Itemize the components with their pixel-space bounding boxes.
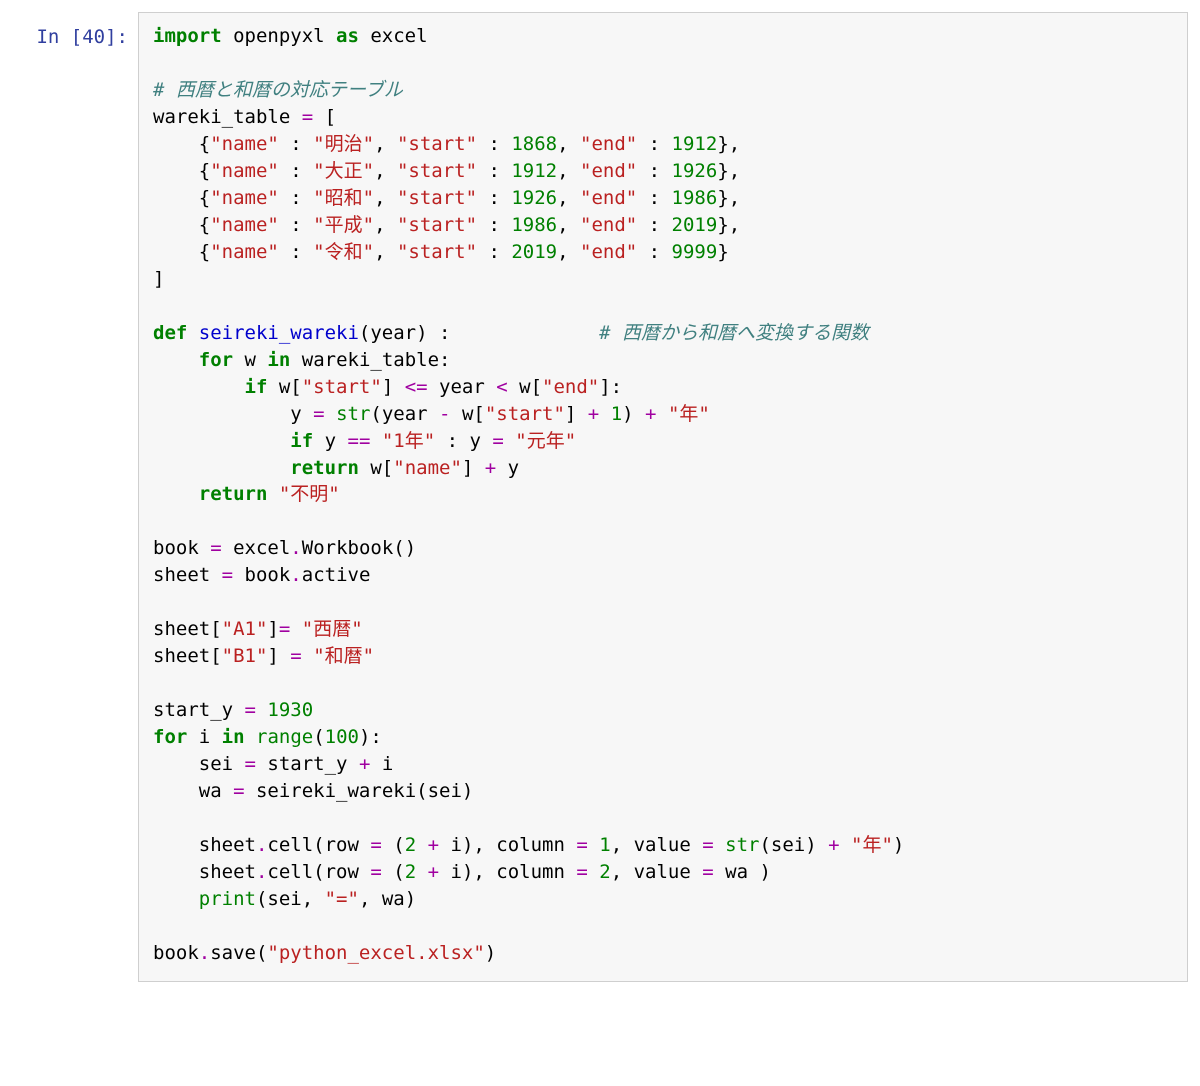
notebook-cell: In [40]: import openpyxl as excel # 西暦と和… bbox=[0, 0, 1200, 1002]
kw-def: def bbox=[153, 322, 187, 344]
comment: # 西暦と和暦の対応テーブル bbox=[153, 79, 403, 101]
kw-import: import bbox=[153, 25, 222, 47]
func-name: seireki_wareki bbox=[187, 322, 359, 344]
kw-as: as bbox=[336, 25, 359, 47]
code-block[interactable]: import openpyxl as excel # 西暦と和暦の対応テーブル … bbox=[153, 23, 1173, 967]
comment: # 西暦から和暦へ変換する関数 bbox=[450, 322, 869, 344]
input-prompt: In [40]: bbox=[0, 12, 138, 982]
prompt-label: In [40]: bbox=[36, 26, 128, 48]
code-input-area[interactable]: import openpyxl as excel # 西暦と和暦の対応テーブル … bbox=[138, 12, 1188, 982]
